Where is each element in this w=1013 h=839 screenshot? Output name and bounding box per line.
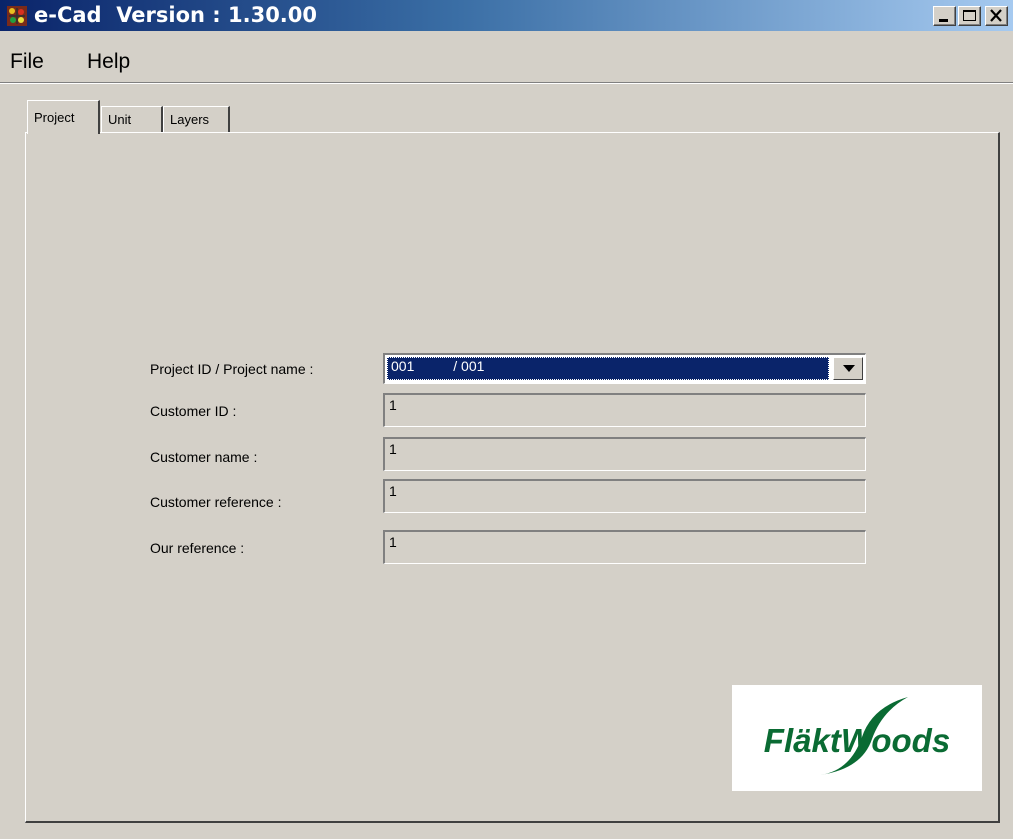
project-select[interactable]: 001 / 001: [383, 353, 866, 384]
customer-reference-field: 1: [383, 479, 866, 513]
flaktwoods-logo: FläktWoods: [732, 685, 982, 791]
customer-id-field: 1: [383, 393, 866, 427]
tab-layers[interactable]: Layers: [163, 106, 230, 132]
window-title: e-Cad Version : 1.30.00: [34, 3, 318, 27]
minimize-button[interactable]: [933, 6, 956, 26]
our-reference-field: 1: [383, 530, 866, 564]
svg-text:FläktWoods: FläktWoods: [764, 722, 950, 759]
app-icon: [7, 6, 27, 26]
close-button[interactable]: [985, 6, 1008, 26]
customer-name-label: Customer name :: [150, 449, 258, 465]
close-icon: [990, 9, 1002, 22]
project-dropdown-button[interactable]: [833, 357, 863, 380]
tab-unit-label: Unit: [108, 112, 132, 127]
flaktwoods-logo-mark: FläktWoods: [764, 697, 950, 775]
tab-unit[interactable]: Unit: [101, 106, 163, 132]
menu-separator: [0, 82, 1013, 84]
customer-name-field: 1: [383, 437, 866, 471]
maximize-button[interactable]: [958, 6, 981, 26]
project-label: Project ID / Project name :: [150, 361, 314, 377]
minimize-icon: [939, 19, 948, 22]
our-reference-label: Our reference :: [150, 540, 245, 556]
title-bar[interactable]: e-Cad Version : 1.30.00: [0, 0, 1013, 31]
tab-project-label: Project: [34, 110, 75, 125]
project-select-value[interactable]: 001 / 001: [387, 357, 829, 380]
menu-bar: [0, 31, 1013, 81]
customer-id-label: Customer ID :: [150, 403, 237, 419]
tab-project[interactable]: Project: [27, 100, 100, 134]
menu-file[interactable]: File: [10, 50, 44, 74]
tab-layers-label: Layers: [170, 112, 210, 127]
menu-help[interactable]: Help: [87, 50, 130, 74]
chevron-down-icon: [843, 365, 855, 372]
maximize-icon: [963, 10, 976, 21]
customer-reference-label: Customer reference :: [150, 494, 282, 510]
